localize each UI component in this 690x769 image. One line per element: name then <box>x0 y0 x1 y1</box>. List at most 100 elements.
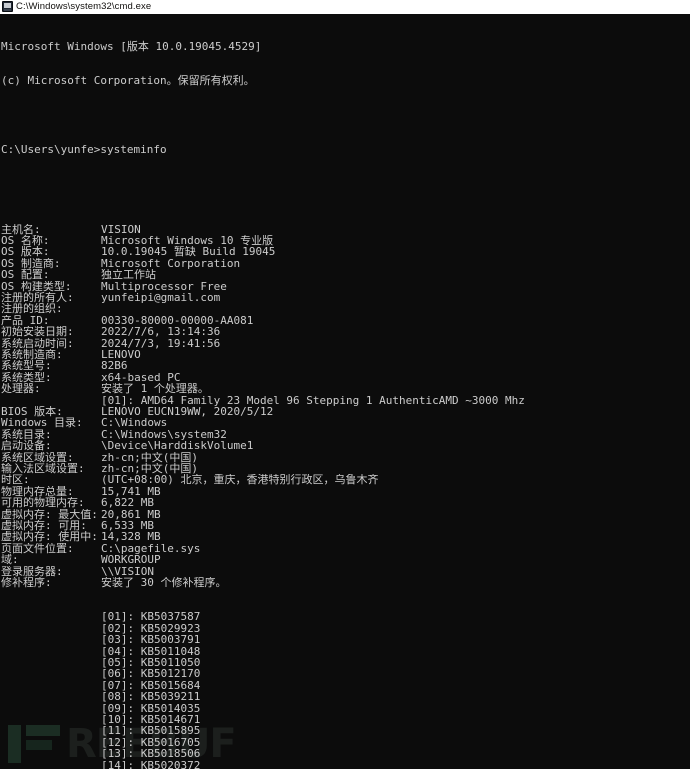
systeminfo-label: 启动设备: <box>1 440 52 452</box>
systeminfo-label: BIOS 版本: <box>1 406 63 418</box>
systeminfo-row: OS 配置: 独立工作站 <box>1 269 690 280</box>
systeminfo-label: 虚拟内存: 最大值: <box>1 508 98 521</box>
systeminfo-row: OS 版本: 10.0.19045 暂缺 Build 19045 <box>1 246 690 257</box>
systeminfo-row: 物理内存总量: 15,741 MB <box>1 486 690 497</box>
systeminfo-value: Multiprocessor Free <box>101 280 227 292</box>
systeminfo-label: 系统启动时间: <box>1 337 74 349</box>
systeminfo-row: 虚拟内存: 使用中: 14,328 MB <box>1 531 690 542</box>
systeminfo-label: Windows 目录: <box>1 417 83 429</box>
systeminfo-row: 系统制造商: LENOVO <box>1 349 690 360</box>
systeminfo-value: LENOVO <box>101 348 141 361</box>
systeminfo-row: 系统区域设置: zh-cn;中文(中国) <box>1 452 690 463</box>
systeminfo-row: 系统启动时间: 2024/7/3, 19:41:56 <box>1 338 690 349</box>
systeminfo-value: x64-based PC <box>101 371 181 384</box>
systeminfo-value: 15,741 MB <box>101 485 161 498</box>
hotfix-item: [03]: KB5003791 <box>101 633 201 647</box>
systeminfo-label: 物理内存总量: <box>1 485 74 498</box>
systeminfo-label: OS 配置: <box>1 269 50 281</box>
systeminfo-row: 可用的物理内存: 6,822 MB <box>1 497 690 508</box>
systeminfo-row: 虚拟内存: 可用: 6,533 MB <box>1 520 690 531</box>
systeminfo-value: C:\pagefile.sys <box>101 542 201 555</box>
systeminfo-value: \\VISION <box>101 565 154 578</box>
systeminfo-label: OS 构建类型: <box>1 280 72 292</box>
systeminfo-row: 系统目录: C:\Windows\system32 <box>1 429 690 440</box>
console-output: Microsoft Windows [版本 10.0.19045.4529] (… <box>0 14 690 769</box>
systeminfo-label: 时区: <box>1 474 30 486</box>
systeminfo-value: WORKGROUP <box>101 554 161 566</box>
systeminfo-row: 注册的所有人: yunfeipi@gmail.com <box>1 292 690 303</box>
systeminfo-label: 注册的组织: <box>1 303 63 315</box>
systeminfo-row: 初始安装日期: 2022/7/6, 13:14:36 <box>1 326 690 337</box>
systeminfo-value: 独立工作站 <box>101 269 156 281</box>
systeminfo-value: 20,861 MB <box>101 508 161 521</box>
systeminfo-label: 虚拟内存: 可用: <box>1 520 87 532</box>
systeminfo-row: OS 制造商: Microsoft Corporation <box>1 258 690 269</box>
systeminfo-value: 2022/7/6, 13:14:36 <box>101 326 221 338</box>
systeminfo-field-list: 主机名: VISION OS 名称: Microsoft Windows 10 专业版… <box>1 224 690 589</box>
systeminfo-row: BIOS 版本: LENOVO EUCN19WW, 2020/5/12 <box>1 406 690 417</box>
systeminfo-label: 登录服务器: <box>1 565 63 578</box>
systeminfo-label: 输入法区域设置: <box>1 463 85 475</box>
systeminfo-value: 安装了 30 个修补程序。 <box>101 577 227 589</box>
hotfix-list: [01]: KB5037587 [02]: KB5029923 [03]: KB50… <box>1 611 690 769</box>
systeminfo-value: LENOVO EUCN19WW, 2020/5/12 <box>101 406 274 418</box>
hotfix-item: [13]: KB5018506 <box>101 747 201 761</box>
systeminfo-value: 10.0.19045 暂缺 Build 19045 <box>101 246 276 258</box>
banner-line-2: (c) Microsoft Corporation。保留所有权利。 <box>1 74 255 88</box>
systeminfo-row: 虚拟内存: 最大值: 20,861 MB <box>1 509 690 520</box>
systeminfo-label: OS 制造商: <box>1 257 61 270</box>
systeminfo-row: 输入法区域设置: zh-cn;中文(中国) <box>1 463 690 474</box>
systeminfo-label: 系统制造商: <box>1 348 63 361</box>
systeminfo-label: 初始安装日期: <box>1 326 74 338</box>
systeminfo-value: 安装了 1 个处理器。 <box>101 383 209 395</box>
systeminfo-row: 时区: (UTC+08:00) 北京，重庆，香港特别行政区，乌鲁木齐 <box>1 474 690 485</box>
systeminfo-label: 页面文件位置: <box>1 542 74 555</box>
systeminfo-label: 注册的所有人: <box>1 291 74 304</box>
systeminfo-label: 系统类型: <box>1 371 52 384</box>
systeminfo-row: 系统型号: 82B6 <box>1 360 690 371</box>
systeminfo-value: 00330-80000-00000-AA081 <box>101 314 254 327</box>
systeminfo-value: zh-cn;中文(中国) <box>101 463 198 475</box>
systeminfo-label: OS 版本: <box>1 246 50 258</box>
banner-line-1: Microsoft Windows [版本 10.0.19045.4529] <box>1 39 262 53</box>
systeminfo-row: 启动设备: \Device\HarddiskVolume1 <box>1 440 690 451</box>
systeminfo-value: 14,328 MB <box>101 531 161 543</box>
systeminfo-row: [01]: AMD64 Family 23 Model 96 Stepping … <box>1 395 690 406</box>
systeminfo-label: 域: <box>1 554 19 566</box>
hotfix-item: [14]: KB5020372 <box>101 758 201 769</box>
systeminfo-row: 系统类型: x64-based PC <box>1 372 690 383</box>
window-title-text: C:\Windows\system32\cmd.exe <box>16 0 152 12</box>
systeminfo-value: yunfeipi@gmail.com <box>101 291 221 304</box>
systeminfo-label: 修补程序: <box>1 577 52 589</box>
systeminfo-value: [01]: AMD64 Family 23 Model 96 Stepping … <box>101 394 525 407</box>
systeminfo-row: 处理器: 安装了 1 个处理器。 <box>1 383 690 394</box>
systeminfo-value: C:\Windows <box>101 417 168 429</box>
systeminfo-row: Windows 目录: C:\Windows <box>1 417 690 428</box>
systeminfo-label: OS 名称: <box>1 234 50 247</box>
command-prompt-line: C:\Users\yunfe>systeminfo <box>1 142 167 156</box>
systeminfo-row: 页面文件位置: C:\pagefile.sys <box>1 543 690 554</box>
window-title-bar[interactable]: C:\Windows\system32\cmd.exe <box>0 0 690 14</box>
systeminfo-value: (UTC+08:00) 北京，重庆，香港特别行政区，乌鲁木齐 <box>101 474 379 486</box>
systeminfo-value: C:\Windows\system32 <box>101 428 227 441</box>
console-surface[interactable]: REEBUF Microsoft Windows [版本 10.0.19045.… <box>0 14 690 769</box>
systeminfo-label: 处理器: <box>1 383 41 395</box>
systeminfo-value: VISION <box>101 223 141 235</box>
systeminfo-row: 域: WORKGROUP <box>1 554 690 565</box>
systeminfo-value: 6,533 MB <box>101 520 154 532</box>
systeminfo-row: 注册的组织: <box>1 303 690 314</box>
systeminfo-value: zh-cn;中文(中国) <box>101 451 198 464</box>
systeminfo-value: 2024/7/3, 19:41:56 <box>101 337 221 349</box>
systeminfo-row: OS 名称: Microsoft Windows 10 专业版 <box>1 235 690 246</box>
systeminfo-label: 主机名: <box>1 223 41 235</box>
hotfix-item: [08]: KB5039211 <box>101 690 201 704</box>
systeminfo-label: 系统目录: <box>1 428 52 441</box>
systeminfo-row: 登录服务器: \\VISION <box>1 566 690 577</box>
systeminfo-row: 修补程序: 安装了 30 个修补程序。 <box>1 577 690 588</box>
systeminfo-value: 6,822 MB <box>101 497 154 509</box>
systeminfo-label: 系统型号: <box>1 360 52 372</box>
systeminfo-value: 82B6 <box>101 360 128 372</box>
systeminfo-row: 产品 ID: 00330-80000-00000-AA081 <box>1 315 690 326</box>
